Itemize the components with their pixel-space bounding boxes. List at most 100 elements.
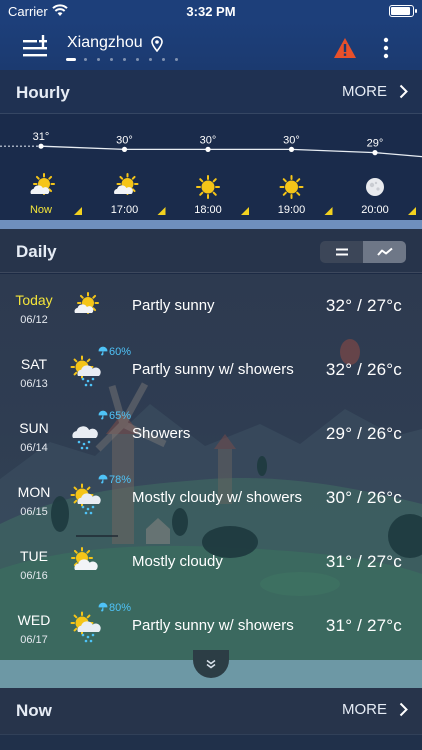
- partly-sunny-icon: [74, 292, 99, 314]
- hourly-corner-marker: [157, 207, 166, 215]
- day-name: SAT: [20, 356, 48, 372]
- hourly-time-label: 17:00: [111, 204, 139, 216]
- status-bar: Carrier 3:32 PM: [0, 0, 422, 22]
- hourly-temp-label: 31°: [33, 131, 50, 143]
- moon-icon: [366, 178, 384, 196]
- daily-row[interactable]: TUE 06/16 Mostly cloudy 31° / 27°c: [0, 530, 422, 594]
- day-name: Today: [15, 292, 53, 308]
- umbrella-icon: [98, 602, 108, 612]
- daily-section-header: Daily: [0, 229, 422, 273]
- daily-forecast-list: Today 06/12 Partly sunny 32° / 27°c SAT 06/13…: [0, 274, 422, 660]
- daily-row[interactable]: SUN 06/14 65% Showers 29° / 26°c: [0, 402, 422, 466]
- sunny-icon: [279, 175, 304, 199]
- day-name: WED: [17, 612, 51, 628]
- precip-value: 80%: [109, 602, 132, 614]
- precip-value: 65%: [109, 410, 132, 422]
- day-date: 06/17: [20, 634, 48, 646]
- hourly-time-label: 19:00: [278, 204, 306, 216]
- hourly-time-label: Now: [30, 204, 52, 216]
- day-condition: Mostly cloudy: [132, 553, 223, 570]
- more-options-icon[interactable]: [383, 37, 389, 59]
- precip-value: 60%: [109, 346, 132, 358]
- day-date: 06/16: [20, 570, 48, 582]
- umbrella-icon: [98, 474, 108, 484]
- day-date: 06/13: [20, 378, 48, 390]
- page-dot: [97, 57, 100, 61]
- now-section-header: Now MORE: [0, 688, 422, 734]
- hourly-corner-marker: [74, 207, 82, 215]
- hourly-title: Hourly: [16, 83, 70, 102]
- chart-view-button[interactable]: [363, 241, 406, 263]
- hourly-divider: [0, 220, 422, 229]
- sun-rain-icon: [70, 611, 101, 643]
- daily-row[interactable]: WED 06/17 80% Partly sunny w/ showers 31° / …: [0, 594, 422, 658]
- hourly-section-header: Hourly MORE: [0, 70, 422, 114]
- cloud-rain-icon: [72, 426, 98, 450]
- day-name: MON: [17, 484, 51, 500]
- day-temp-range: 31° / 27°c: [325, 552, 402, 571]
- page-dot: [123, 57, 126, 61]
- location-pin-icon: [151, 36, 163, 52]
- hourly-temp-point: [205, 146, 211, 152]
- page-indicator: [66, 57, 188, 61]
- precip-chance: 80%: [98, 602, 131, 614]
- day-condition: Showers: [132, 425, 191, 442]
- umbrella-icon: [98, 410, 108, 420]
- hourly-temp-point: [38, 143, 44, 149]
- page-dot: [175, 57, 178, 61]
- now-more-button[interactable]: MORE: [342, 701, 408, 718]
- daily-row[interactable]: SAT 06/13 60% Partly sunny w/ showers 32° / …: [0, 338, 422, 402]
- daily-view-toggle: [320, 241, 406, 263]
- day-temp-range: 32° / 26°c: [325, 360, 402, 379]
- day-condition: Partly sunny: [132, 297, 215, 314]
- sun-rain-icon: [70, 355, 101, 387]
- umbrella-icon: [98, 346, 108, 356]
- hourly-temp-point: [288, 146, 295, 152]
- menu-add-icon[interactable]: [20, 33, 50, 61]
- hourly-more-label: MORE: [342, 83, 387, 100]
- hourly-more-button[interactable]: MORE: [342, 83, 408, 100]
- daily-row[interactable]: MON 06/15 78% Mostly cloudy w/ showers 30° /…: [0, 466, 422, 530]
- list-view-icon: [335, 248, 348, 256]
- hourly-corner-marker: [241, 207, 249, 215]
- daily-title: Daily: [16, 242, 57, 261]
- day-temp-range: 31° / 27°c: [325, 616, 402, 635]
- page-dot: [84, 57, 87, 61]
- hourly-time-label: 18:00: [194, 204, 222, 216]
- day-date: 06/12: [20, 314, 48, 326]
- hourly-temperature-chart: 31° Now 30° 17:00 30° 18:00 30° 19:00 29° 20:00: [0, 131, 422, 216]
- now-more-label: MORE: [342, 701, 387, 718]
- now-title: Now: [16, 701, 52, 720]
- hourly-temp-label: 29°: [367, 138, 384, 150]
- warning-icon[interactable]: [333, 37, 357, 59]
- day-name: SUN: [19, 420, 49, 436]
- day-condition: Partly sunny w/ showers: [132, 361, 294, 378]
- daily-row[interactable]: Today 06/12 Partly sunny 32° / 27°c: [0, 274, 422, 338]
- page-dot: [136, 57, 139, 61]
- day-condition: Mostly cloudy w/ showers: [132, 489, 303, 506]
- hourly-temp-label: 30°: [116, 134, 133, 146]
- day-temp-range: 30° / 26°c: [325, 488, 402, 507]
- partly-sunny-icon: [114, 173, 139, 195]
- precip-value: 78%: [109, 474, 132, 486]
- hourly-temp-point: [121, 146, 128, 152]
- chevron-right-icon: [399, 84, 408, 99]
- precip-chance: 60%: [98, 346, 131, 358]
- hourly-time-label: 20:00: [361, 204, 389, 216]
- list-view-button[interactable]: [320, 241, 363, 263]
- precip-chance: 65%: [98, 410, 131, 422]
- page-dot: [66, 57, 76, 61]
- nav-bar: Xiangzhou: [0, 22, 422, 70]
- now-content-strip: [0, 734, 422, 750]
- sunny-icon: [196, 175, 220, 199]
- page-dot: [162, 57, 165, 61]
- day-date: 06/15: [20, 506, 48, 518]
- day-name: TUE: [20, 548, 48, 564]
- city-name[interactable]: Xiangzhou: [67, 34, 143, 52]
- day-date: 06/14: [20, 442, 48, 454]
- hourly-forecast[interactable]: 31° Now 30° 17:00 30° 18:00 30° 19:00 29° 20:00: [0, 114, 422, 220]
- double-chevron-down-icon: [206, 659, 216, 669]
- chevron-right-icon: [399, 702, 408, 717]
- mostly-cloudy-icon: [71, 547, 98, 570]
- page-dot: [149, 57, 152, 61]
